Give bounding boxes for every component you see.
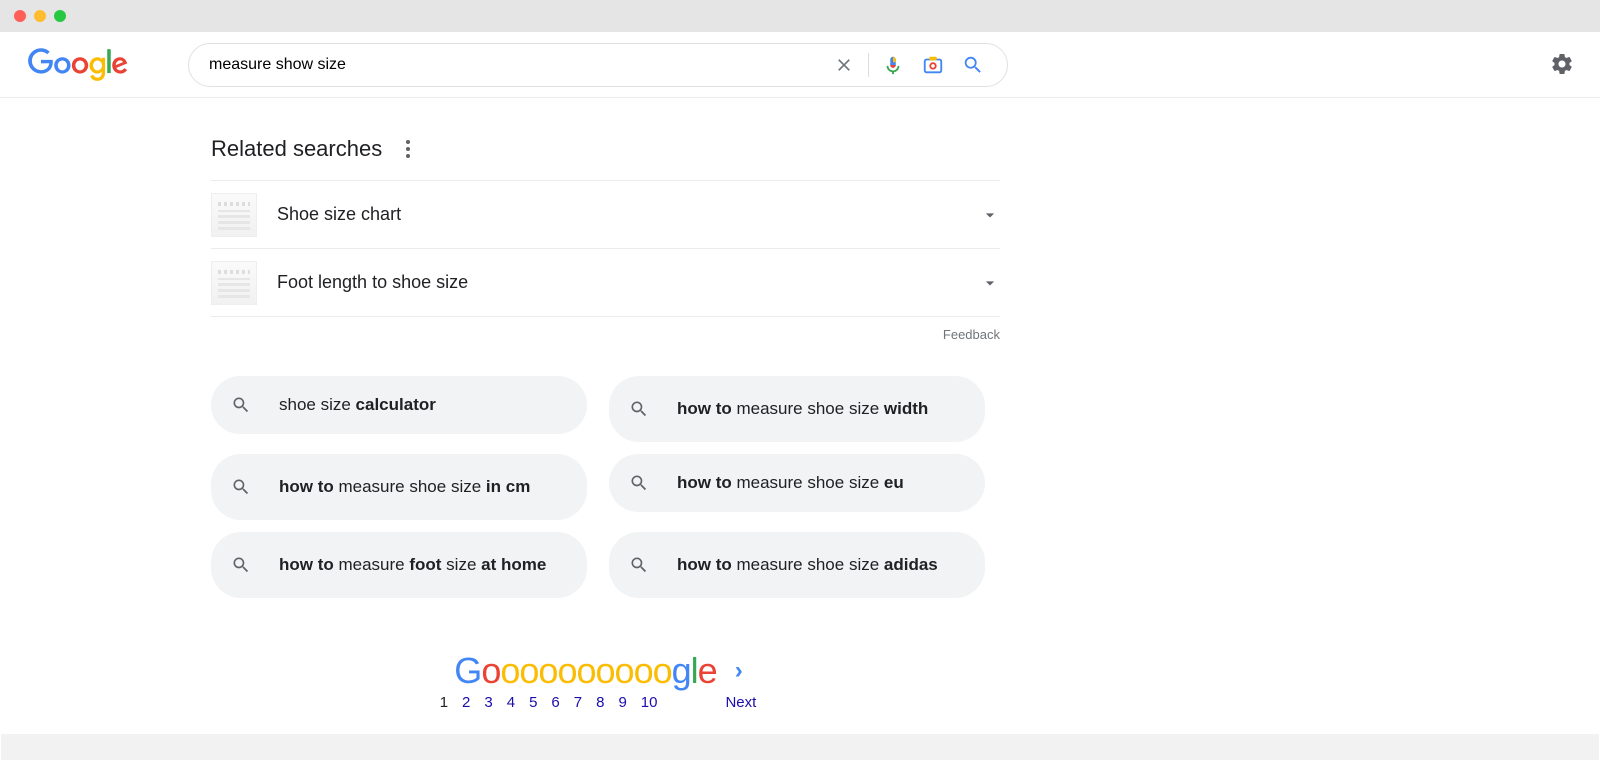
window-maximize-button[interactable] — [54, 10, 66, 22]
image-search-icon[interactable] — [913, 45, 953, 85]
page-number[interactable]: 9 — [618, 694, 626, 711]
page-number[interactable]: 6 — [551, 694, 559, 711]
chevron-down-icon — [980, 205, 1000, 225]
related-searches-heading: Related searches — [211, 134, 1000, 164]
search-bar — [188, 43, 1008, 87]
page-number[interactable]: 4 — [507, 694, 515, 711]
thumbnail — [211, 261, 257, 305]
search-input[interactable] — [209, 56, 824, 74]
search-icon — [629, 399, 649, 419]
pagination: Goooooooooogle › 123456789 10 Next — [211, 650, 985, 711]
page-number[interactable]: 10 — [641, 694, 658, 711]
related-search-text: Foot length to shoe size — [277, 272, 980, 293]
search-icon — [629, 555, 649, 575]
suggestion-text: shoe size calculator — [279, 394, 436, 415]
page-footer — [1, 734, 1599, 760]
suggestion-pill[interactable]: shoe size calculator — [211, 376, 587, 434]
search-icon[interactable] — [953, 45, 993, 85]
divider — [868, 53, 869, 77]
window-minimize-button[interactable] — [34, 10, 46, 22]
related-search-item[interactable]: Shoe size chart — [211, 181, 1000, 249]
suggestion-pill[interactable]: how to measure shoe size adidas — [609, 532, 985, 598]
related-search-item[interactable]: Foot length to shoe size — [211, 249, 1000, 317]
voice-search-icon[interactable] — [873, 45, 913, 85]
next-page-link[interactable]: Next — [725, 694, 756, 711]
related-search-text: Shoe size chart — [277, 204, 980, 225]
suggestion-text: how to measure foot size at home — [279, 554, 546, 575]
page-number[interactable]: 7 — [574, 694, 582, 711]
suggestion-pill[interactable]: how to measure foot size at home — [211, 532, 587, 598]
google-logo[interactable] — [28, 47, 128, 83]
search-header — [0, 32, 1600, 98]
suggestion-text: how to measure shoe size width — [677, 398, 928, 419]
thumbnail — [211, 193, 257, 237]
suggestion-text: how to measure shoe size adidas — [677, 554, 938, 575]
next-arrow-icon[interactable]: › — [735, 657, 742, 685]
suggestion-pill[interactable]: how to measure shoe size in cm — [211, 454, 587, 520]
feedback-link[interactable]: Feedback — [211, 327, 1000, 342]
chevron-down-icon — [980, 273, 1000, 293]
window-titlebar — [0, 0, 1600, 32]
search-icon — [231, 555, 251, 575]
page-number[interactable]: 3 — [484, 694, 492, 711]
suggestion-text: how to measure shoe size eu — [677, 472, 904, 493]
clear-icon[interactable] — [824, 45, 864, 85]
page-number[interactable]: 5 — [529, 694, 537, 711]
pagination-logo: Goooooooooogle › — [454, 650, 741, 692]
search-icon — [629, 473, 649, 493]
window-close-button[interactable] — [14, 10, 26, 22]
page-number[interactable]: 2 — [462, 694, 470, 711]
page-number: 1 — [440, 694, 448, 711]
search-icon — [231, 395, 251, 415]
settings-icon[interactable] — [1550, 52, 1574, 76]
more-options-icon[interactable] — [400, 134, 416, 164]
page-number[interactable]: 8 — [596, 694, 604, 711]
suggestion-pill[interactable]: how to measure shoe size eu — [609, 454, 985, 512]
search-icon — [231, 477, 251, 497]
suggestion-pill[interactable]: how to measure shoe size width — [609, 376, 985, 442]
suggestion-text: how to measure shoe size in cm — [279, 476, 530, 497]
